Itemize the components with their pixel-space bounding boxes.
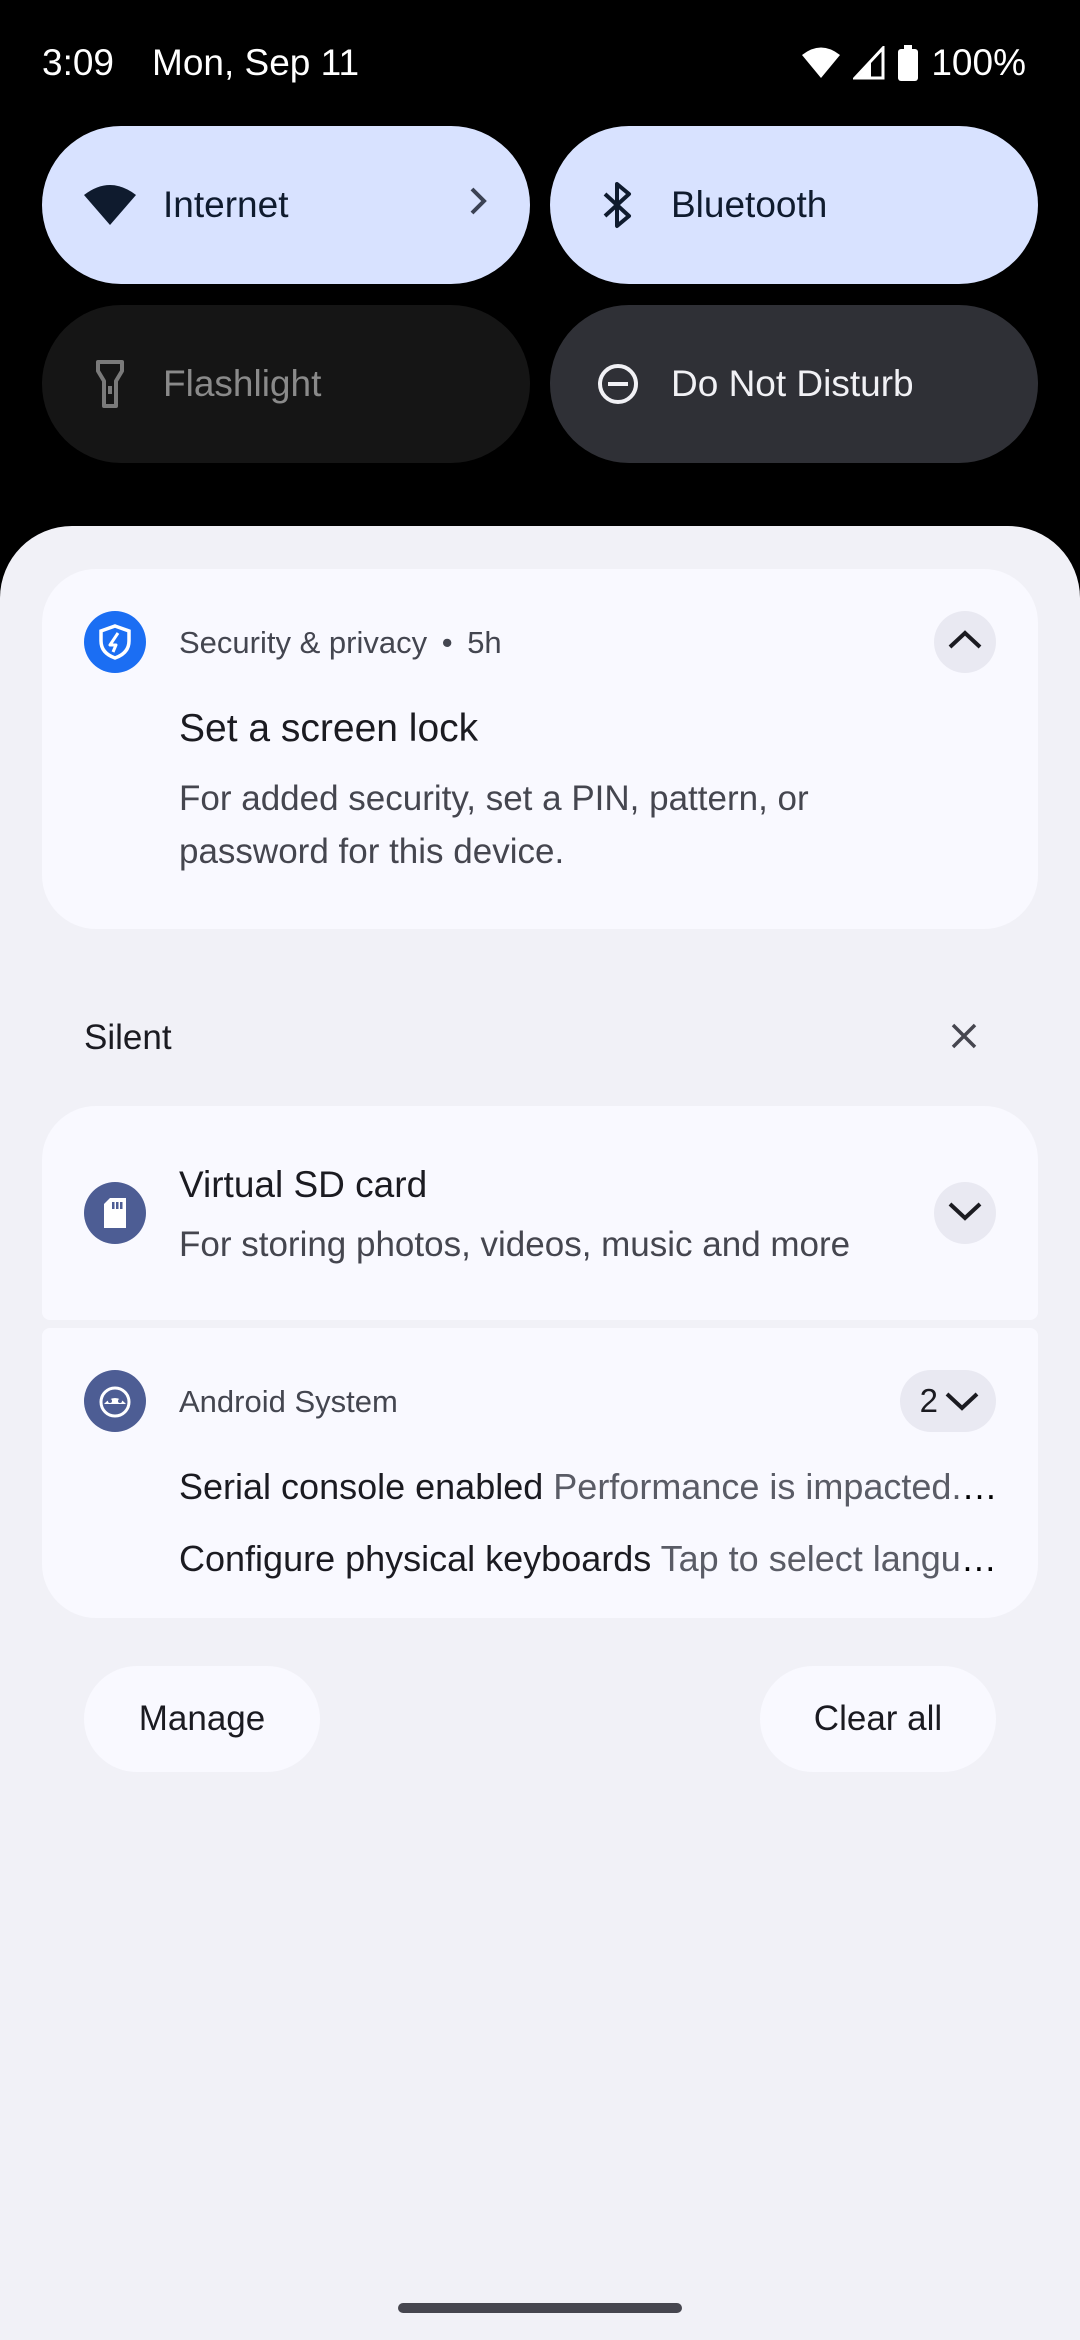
- row-text: Tap to select language and layout: [660, 1538, 999, 1579]
- expand-group-button[interactable]: 2: [899, 1370, 996, 1432]
- bluetooth-icon: [590, 177, 646, 233]
- expand-button[interactable]: [934, 1182, 996, 1244]
- android-icon: [84, 1370, 146, 1432]
- manage-button[interactable]: Manage: [84, 1666, 320, 1772]
- tile-flashlight[interactable]: Flashlight: [42, 305, 530, 463]
- clear-silent-button[interactable]: [940, 1014, 988, 1062]
- wifi-icon: [82, 177, 138, 233]
- battery-percent: 100%: [931, 42, 1026, 83]
- timestamp: 5h: [467, 625, 502, 660]
- notification-body: For storing photos, videos, music and mo…: [179, 1225, 851, 1264]
- tile-label: Internet: [163, 184, 289, 225]
- notification-row[interactable]: Configure physical keyboards Tap to sele…: [179, 1538, 999, 1580]
- notification-shade: Security & privacy • 5h Set a screen loc…: [0, 526, 1080, 2340]
- chevron-down-icon: [944, 1382, 980, 1420]
- notification-row[interactable]: Serial console enabled Performance is im…: [179, 1466, 999, 1508]
- row-title: Serial console enabled: [179, 1466, 544, 1507]
- tile-label: Bluetooth: [671, 184, 828, 225]
- sd-card-icon: [84, 1182, 146, 1244]
- tile-internet[interactable]: Internet: [42, 126, 530, 284]
- status-icons: 100%: [801, 42, 1026, 84]
- chevron-down-icon: [947, 1200, 983, 1227]
- notification-sd-card[interactable]: Virtual SD card For storing photos, vide…: [42, 1106, 1038, 1320]
- wifi-icon: [801, 46, 841, 80]
- notification-count: 2: [919, 1382, 938, 1419]
- notification-title: Virtual SD card: [179, 1164, 428, 1205]
- clock: 3:09: [42, 42, 115, 83]
- tile-label: Flashlight: [163, 363, 322, 404]
- chevron-right-icon: [468, 184, 490, 226]
- collapse-button[interactable]: [934, 611, 996, 673]
- signal-icon: [853, 46, 885, 80]
- tile-bluetooth[interactable]: Bluetooth: [550, 126, 1038, 284]
- app-name: Android System: [179, 1384, 398, 1419]
- home-indicator[interactable]: [398, 2303, 682, 2313]
- notification-body: For added security, set a PIN, pattern, …: [179, 779, 809, 871]
- tile-label: Do Not Disturb: [671, 363, 914, 404]
- notification-security[interactable]: Security & privacy • 5h Set a screen loc…: [42, 569, 1038, 929]
- shield-icon: [84, 611, 146, 673]
- date: Mon, Sep 11: [152, 42, 360, 83]
- status-bar: 3:09 Mon, Sep 11 100%: [0, 0, 1080, 128]
- notification-android-system[interactable]: Android System 2 Serial console enabled …: [42, 1328, 1038, 1618]
- notification-header: Security & privacy • 5h: [179, 625, 502, 661]
- notification-title: Set a screen lock: [179, 707, 479, 750]
- flashlight-icon: [82, 356, 138, 412]
- app-name: Security & privacy: [179, 625, 428, 660]
- battery-icon: [897, 45, 919, 81]
- clear-all-button[interactable]: Clear all: [760, 1666, 996, 1772]
- separator: •: [441, 625, 453, 660]
- row-text: Performance is impacted. To disable, che…: [553, 1466, 999, 1507]
- chevron-up-icon: [947, 629, 983, 656]
- do-not-disturb-icon: [590, 356, 646, 412]
- tile-do-not-disturb[interactable]: Do Not Disturb: [550, 305, 1038, 463]
- close-icon: [949, 1021, 979, 1056]
- row-title: Configure physical keyboards: [179, 1538, 652, 1579]
- section-label-silent: Silent: [84, 1018, 172, 1057]
